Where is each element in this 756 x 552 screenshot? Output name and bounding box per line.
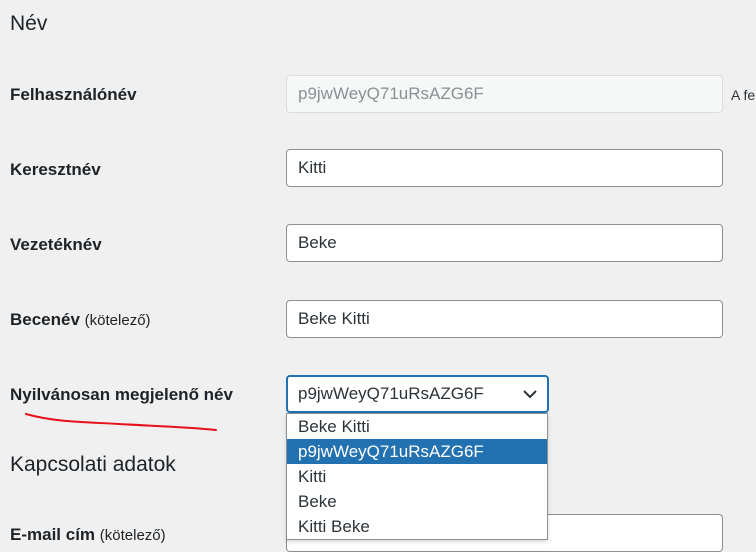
red-underline-annotation <box>25 413 217 431</box>
display-name-select[interactable]: p9jwWeyQ71uRsAZG6F <box>286 375 549 413</box>
email-label-text: E-mail cím <box>10 525 96 544</box>
email-required: (kötelező) <box>99 527 166 544</box>
nickname-label-text: Becenév <box>10 310 80 329</box>
username-label: Felhasználónév <box>10 85 137 104</box>
nickname-label: Becenév (kötelező) <box>10 310 151 330</box>
username-field: p9jwWeyQ71uRsAZG6F <box>286 75 723 113</box>
display-name-selected: p9jwWeyQ71uRsAZG6F <box>298 384 484 403</box>
dropdown-option[interactable]: Beke <box>287 489 547 514</box>
dropdown-option[interactable]: Beke Kitti <box>287 414 547 439</box>
username-hint: A fe <box>731 87 756 103</box>
chevron-down-icon <box>523 377 537 411</box>
dropdown-option[interactable]: Kitti Beke <box>287 514 547 539</box>
display-name-dropdown: Beke Kitti p9jwWeyQ71uRsAZG6F Kitti Beke… <box>286 413 548 540</box>
last-name-label: Vezetéknév <box>10 235 102 254</box>
section-title-name: Név <box>10 12 48 35</box>
dropdown-option-selected[interactable]: p9jwWeyQ71uRsAZG6F <box>287 439 547 464</box>
first-name-field[interactable]: Kitti <box>286 149 723 187</box>
dropdown-option[interactable]: Kitti <box>287 464 547 489</box>
last-name-field[interactable]: Beke <box>286 224 723 262</box>
email-label: E-mail cím (kötelező) <box>10 525 166 545</box>
nickname-field[interactable]: Beke Kitti <box>286 300 723 338</box>
section-title-contact: Kapcsolati adatok <box>10 453 176 476</box>
nickname-required: (kötelező) <box>84 312 151 329</box>
first-name-label: Keresztnév <box>10 160 101 179</box>
